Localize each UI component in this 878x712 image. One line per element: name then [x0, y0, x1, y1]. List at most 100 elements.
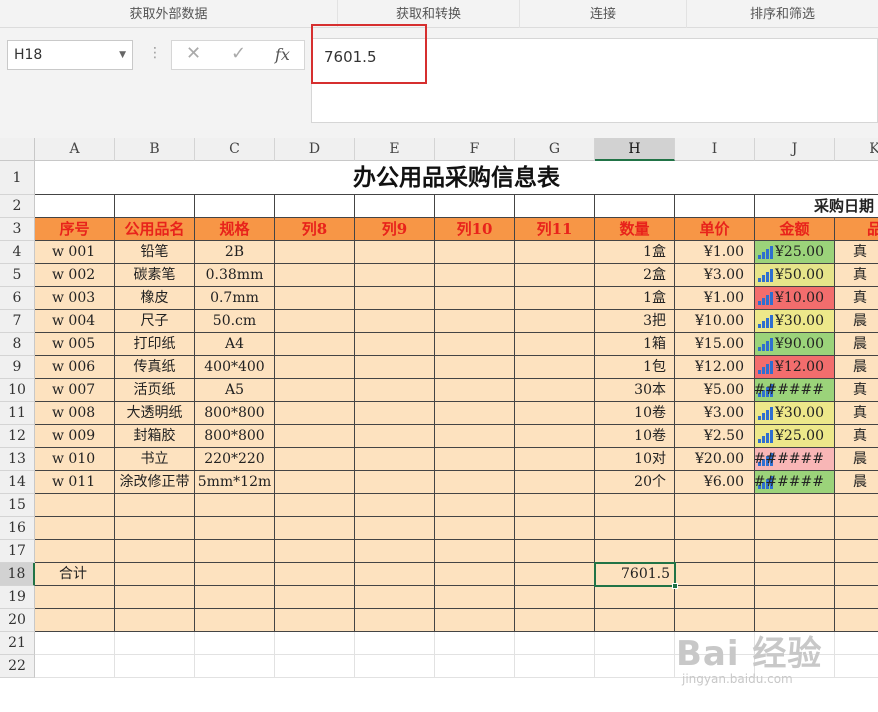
column-header-k[interactable]: K — [835, 138, 878, 161]
empty-cell[interactable] — [355, 632, 435, 655]
table-cell[interactable]: 1盒 — [595, 287, 675, 310]
empty-cell[interactable] — [435, 586, 515, 609]
table-cell[interactable]: w 009 — [35, 425, 115, 448]
empty-cell[interactable] — [275, 494, 355, 517]
table-cell[interactable]: 220*220 — [195, 448, 275, 471]
table-cell[interactable] — [355, 425, 435, 448]
table-cell[interactable] — [515, 356, 595, 379]
table-cell[interactable]: 活页纸 — [115, 379, 195, 402]
table-cell[interactable]: 涂改修正带 — [115, 471, 195, 494]
empty-cell[interactable] — [675, 517, 755, 540]
table-cell[interactable] — [515, 333, 595, 356]
row-2-cell[interactable] — [195, 195, 275, 218]
empty-cell[interactable] — [755, 494, 835, 517]
column-header-b[interactable]: B — [115, 138, 195, 161]
table-cell[interactable]: 真 — [835, 264, 878, 287]
empty-cell[interactable] — [115, 586, 195, 609]
table-cell[interactable] — [275, 471, 355, 494]
row-header-3[interactable]: 3 — [0, 218, 35, 241]
amount-cell[interactable]: ¥25.00 — [755, 241, 835, 264]
empty-cell[interactable] — [595, 494, 675, 517]
empty-cell[interactable] — [515, 586, 595, 609]
table-cell[interactable] — [515, 287, 595, 310]
empty-cell[interactable] — [355, 655, 435, 678]
insert-function-icon[interactable]: fx — [275, 45, 290, 64]
table-cell[interactable]: 真 — [835, 287, 878, 310]
table-cell[interactable] — [435, 310, 515, 333]
table-header-cell[interactable]: 金额 — [755, 218, 835, 241]
row-2-cell[interactable] — [675, 195, 755, 218]
empty-cell[interactable] — [435, 632, 515, 655]
empty-cell[interactable] — [115, 517, 195, 540]
empty-cell[interactable] — [515, 655, 595, 678]
empty-cell[interactable] — [435, 563, 515, 586]
empty-cell[interactable] — [435, 609, 515, 632]
table-cell[interactable]: 3把 — [595, 310, 675, 333]
table-cell[interactable] — [355, 264, 435, 287]
empty-cell[interactable] — [35, 655, 115, 678]
sheet-title[interactable]: 办公用品采购信息表 — [35, 161, 878, 195]
row-2-cell[interactable] — [435, 195, 515, 218]
table-cell[interactable]: w 006 — [35, 356, 115, 379]
table-cell[interactable]: A5 — [195, 379, 275, 402]
empty-cell[interactable] — [195, 563, 275, 586]
empty-cell[interactable] — [275, 540, 355, 563]
empty-cell[interactable] — [115, 494, 195, 517]
empty-cell[interactable] — [515, 494, 595, 517]
empty-cell[interactable] — [35, 586, 115, 609]
table-cell[interactable]: 10卷 — [595, 402, 675, 425]
empty-cell[interactable] — [595, 540, 675, 563]
table-cell[interactable]: 晨 — [835, 333, 878, 356]
table-cell[interactable] — [435, 264, 515, 287]
empty-cell[interactable] — [515, 540, 595, 563]
table-cell[interactable]: 晨 — [835, 448, 878, 471]
empty-cell[interactable] — [835, 586, 878, 609]
empty-cell[interactable] — [835, 517, 878, 540]
empty-cell[interactable] — [675, 563, 755, 586]
table-cell[interactable] — [435, 402, 515, 425]
table-cell[interactable] — [275, 310, 355, 333]
empty-cell[interactable] — [675, 540, 755, 563]
empty-cell[interactable] — [515, 609, 595, 632]
empty-cell[interactable] — [675, 494, 755, 517]
table-cell[interactable]: w 008 — [35, 402, 115, 425]
table-header-cell[interactable]: 单价 — [675, 218, 755, 241]
total-label[interactable]: 合计 — [35, 563, 115, 586]
table-header-cell[interactable]: 序号 — [35, 218, 115, 241]
empty-cell[interactable] — [35, 609, 115, 632]
table-cell[interactable] — [275, 402, 355, 425]
empty-cell[interactable] — [195, 655, 275, 678]
table-header-cell[interactable]: 列10 — [435, 218, 515, 241]
row-2-cell[interactable] — [115, 195, 195, 218]
amount-cell[interactable]: ¥30.00 — [755, 310, 835, 333]
empty-cell[interactable] — [835, 540, 878, 563]
empty-cell[interactable] — [595, 586, 675, 609]
row-header-17[interactable]: 17 — [0, 540, 35, 563]
table-cell[interactable]: 真 — [835, 402, 878, 425]
table-cell[interactable] — [275, 287, 355, 310]
amount-cell[interactable]: ¥10.00 — [755, 287, 835, 310]
table-cell[interactable] — [435, 471, 515, 494]
table-cell[interactable]: 0.7mm — [195, 287, 275, 310]
ribbon-group-sort-filter[interactable]: 排序和筛选 — [687, 0, 878, 28]
table-cell[interactable]: 尺子 — [115, 310, 195, 333]
table-cell[interactable] — [515, 471, 595, 494]
empty-cell[interactable] — [355, 563, 435, 586]
empty-cell[interactable] — [35, 540, 115, 563]
name-box[interactable]: H18 ▼ — [7, 40, 133, 70]
table-cell[interactable] — [435, 287, 515, 310]
empty-cell[interactable] — [755, 563, 835, 586]
empty-cell[interactable] — [595, 609, 675, 632]
amount-cell[interactable]: ###### — [755, 448, 835, 471]
selected-cell-h18[interactable] — [594, 562, 678, 589]
empty-cell[interactable] — [515, 632, 595, 655]
table-header-cell[interactable]: 列9 — [355, 218, 435, 241]
table-cell[interactable]: 橡皮 — [115, 287, 195, 310]
empty-cell[interactable] — [195, 609, 275, 632]
chevron-down-icon[interactable]: ▼ — [119, 41, 126, 69]
empty-cell[interactable] — [35, 632, 115, 655]
table-cell[interactable]: 碳素笔 — [115, 264, 195, 287]
table-cell[interactable] — [275, 448, 355, 471]
empty-cell[interactable] — [755, 517, 835, 540]
table-cell[interactable]: w 002 — [35, 264, 115, 287]
